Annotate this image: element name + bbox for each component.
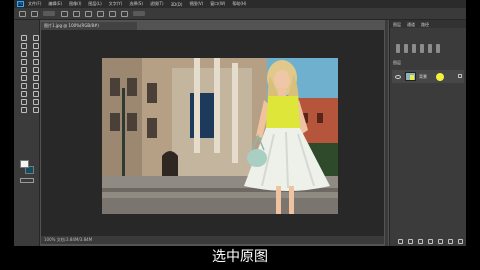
shape-tool-icon[interactable]: [31, 98, 39, 105]
layer-row-background[interactable]: 背景: [392, 70, 464, 83]
distribute-icon[interactable]: [109, 10, 116, 17]
photoshop-window: Ps 文件(F) 编辑(E) 图像(I) 图层(L) 文字(Y) 选择(S) 滤…: [14, 0, 466, 246]
layer-name: 背景: [419, 73, 427, 79]
layers-title: 图层: [393, 60, 401, 65]
3d-mode-option[interactable]: [133, 11, 145, 16]
brush-tool-icon[interactable]: [31, 58, 39, 65]
move-tool-icon[interactable]: [19, 34, 27, 41]
layers-footer: [390, 237, 467, 246]
tab-channels[interactable]: 通道: [407, 22, 415, 28]
quick-mask-icon[interactable]: [20, 178, 34, 183]
subtitle-caption: 选中原图: [212, 249, 268, 265]
photo-illustration: [102, 58, 338, 214]
layers-panel: 图层 通道 路径 图层 背景: [389, 20, 466, 246]
clone-stamp-icon[interactable]: [19, 66, 27, 73]
document-tab[interactable]: 图片1.jpg @ 100%(RGB/8#): [41, 22, 137, 30]
pen-tool-icon[interactable]: [19, 90, 27, 97]
transform-controls-icon[interactable]: [61, 10, 68, 17]
status-bar: 100% 文档:3.84M/3.84M: [41, 236, 384, 244]
blur-tool-icon[interactable]: [19, 82, 27, 89]
layer-style-icon[interactable]: [408, 239, 413, 244]
menu-3d[interactable]: 3D(D): [171, 2, 183, 7]
gradient-tool-icon[interactable]: [31, 74, 39, 81]
healing-brush-icon[interactable]: [19, 58, 27, 65]
adjustment-layer-icon[interactable]: [428, 239, 433, 244]
menu-filter[interactable]: 滤镜(T): [150, 1, 164, 7]
align-right-icon[interactable]: [97, 10, 104, 17]
path-select-icon[interactable]: [19, 98, 27, 105]
panel-collapse-strip[interactable]: [385, 20, 388, 246]
dodge-tool-icon[interactable]: [31, 82, 39, 89]
menu-image[interactable]: 图像(I): [69, 1, 81, 7]
quick-select-tool-icon[interactable]: [31, 42, 39, 49]
menu-layer[interactable]: 图层(L): [88, 1, 101, 7]
filter-smart-icon[interactable]: [428, 44, 432, 53]
tab-layers[interactable]: 图层: [393, 22, 401, 28]
new-layer-icon[interactable]: [448, 239, 453, 244]
delete-layer-icon[interactable]: [458, 239, 463, 244]
menu-bar: Ps 文件(F) 编辑(E) 图像(I) 图层(L) 文字(Y) 选择(S) 滤…: [14, 0, 466, 8]
hand-tool-icon[interactable]: [19, 106, 27, 113]
panel-icon-row: [390, 28, 466, 53]
tab-paths[interactable]: 路径: [421, 22, 429, 28]
move-tool-icon[interactable]: [31, 10, 38, 17]
menu-type[interactable]: 文字(Y): [109, 1, 123, 7]
filter-adjustment-icon[interactable]: [404, 44, 408, 53]
options-bar: [14, 8, 466, 20]
visibility-eye-icon[interactable]: [395, 74, 401, 79]
menu-file[interactable]: 文件(F): [28, 1, 41, 7]
menu-view[interactable]: 视图(V): [189, 1, 203, 7]
add-mask-icon[interactable]: [418, 239, 423, 244]
zoom-tool-icon[interactable]: [31, 106, 39, 113]
toolbar: [14, 20, 40, 246]
filter-pixel-icon[interactable]: [396, 44, 400, 53]
history-brush-icon[interactable]: [31, 66, 39, 73]
panel-tabs: 图层 通道 路径: [390, 20, 466, 28]
ps-logo: Ps: [17, 1, 24, 7]
menu-select[interactable]: 选择(S): [129, 1, 143, 7]
type-tool-icon[interactable]: [31, 90, 39, 97]
photo-woman-street[interactable]: [102, 58, 338, 214]
menu-help[interactable]: 帮助(H): [232, 1, 246, 7]
align-center-icon[interactable]: [85, 10, 92, 17]
menu-edit[interactable]: 编辑(E): [48, 1, 62, 7]
eyedropper-tool-icon[interactable]: [31, 50, 39, 57]
filter-shape-icon[interactable]: [420, 44, 424, 53]
layer-thumbnail: [405, 72, 416, 81]
new-group-icon[interactable]: [438, 239, 443, 244]
link-layers-icon[interactable]: [398, 239, 403, 244]
filter-toggle-icon[interactable]: [436, 44, 440, 53]
home-icon[interactable]: [19, 10, 26, 17]
lasso-tool-icon[interactable]: [19, 42, 27, 49]
menu-window[interactable]: 窗口(W): [210, 1, 225, 7]
more-options-icon[interactable]: [121, 10, 128, 17]
align-left-icon[interactable]: [73, 10, 80, 17]
eraser-tool-icon[interactable]: [19, 74, 27, 81]
foreground-color-swatch[interactable]: [20, 160, 29, 168]
auto-select-option[interactable]: [43, 11, 55, 16]
marquee-tool-icon[interactable]: [31, 34, 39, 41]
canvas-area[interactable]: [41, 30, 384, 236]
mouse-cursor-highlight: [436, 73, 444, 81]
lock-icon: [458, 74, 462, 78]
filter-type-icon[interactable]: [412, 44, 416, 53]
crop-tool-icon[interactable]: [19, 50, 27, 57]
